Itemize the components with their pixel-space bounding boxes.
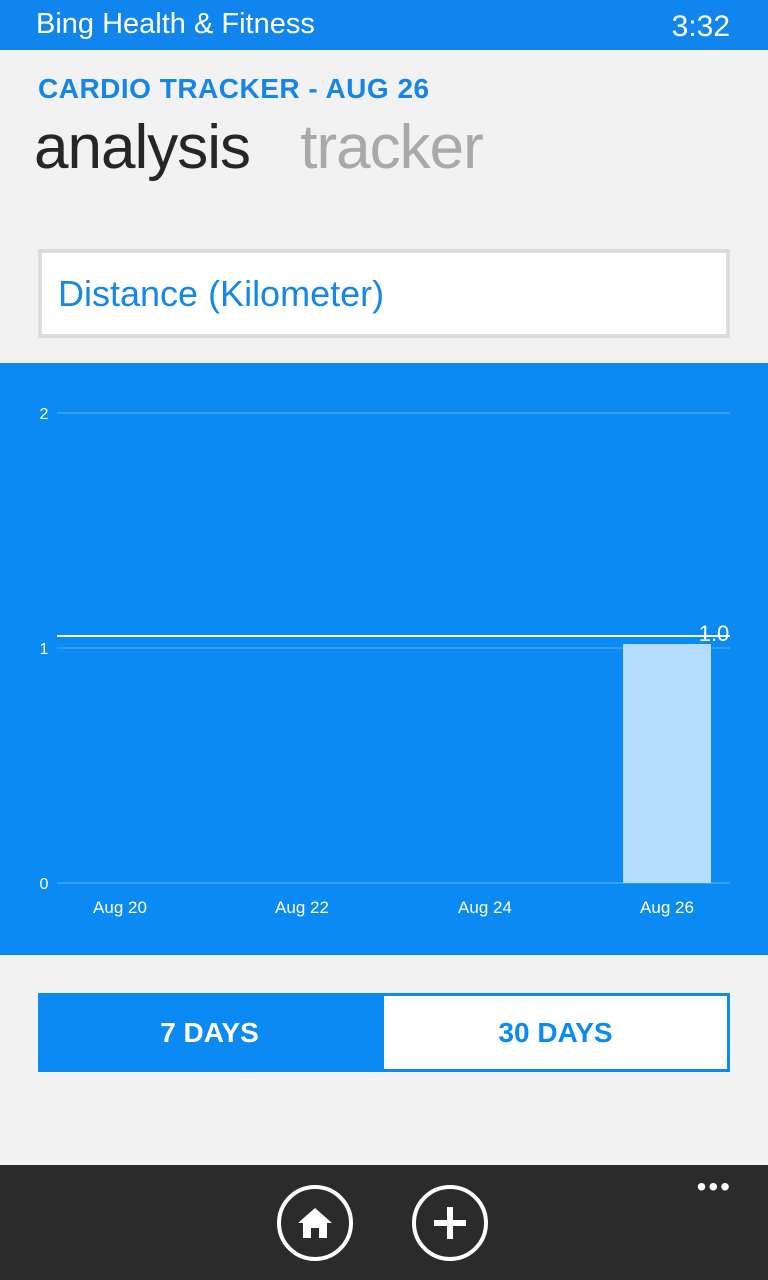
page-title: CARDIO TRACKER - AUG 26 <box>38 73 430 104</box>
range-7-days-button[interactable]: 7 DAYS <box>38 993 381 1072</box>
bar <box>623 644 711 883</box>
clock: 3:32 <box>671 10 730 43</box>
y-tick-label: 0 <box>40 876 49 893</box>
range-30-days-button[interactable]: 30 DAYS <box>381 993 730 1072</box>
pivot-analysis[interactable]: analysis <box>34 113 251 182</box>
x-tick-label: Aug 24 <box>458 898 512 917</box>
home-icon <box>298 1208 332 1238</box>
home-button[interactable] <box>277 1185 353 1261</box>
range-toggle: 7 DAYS 30 DAYS <box>38 993 730 1072</box>
metric-selector-value: Distance (Kilometer) <box>58 273 385 314</box>
add-button[interactable] <box>412 1185 488 1261</box>
chart-panel: 0 1 2 Aug 20 Aug 22 Aug 24 Aug 26 1.0 <box>0 363 768 955</box>
app-title: Bing Health & Fitness <box>36 8 315 40</box>
add-icon <box>434 1207 466 1239</box>
x-tick-label: Aug 20 <box>93 898 147 917</box>
status-bar: Bing Health & Fitness 3:32 <box>0 0 768 50</box>
pivot-headers: analysis tracker <box>34 112 517 183</box>
app-bar: ••• <box>0 1165 768 1280</box>
x-tick-label: Aug 22 <box>275 898 329 917</box>
y-tick-label: 1 <box>40 641 49 658</box>
bar-value-label: 1.0 <box>699 621 730 646</box>
y-tick-label: 2 <box>40 406 49 423</box>
pivot-tracker[interactable]: tracker <box>300 113 483 182</box>
distance-chart: 0 1 2 Aug 20 Aug 22 Aug 24 Aug 26 1.0 <box>40 406 730 917</box>
metric-selector[interactable]: Distance (Kilometer) <box>38 249 730 338</box>
more-options-icon[interactable]: ••• <box>697 1173 732 1201</box>
x-tick-label: Aug 26 <box>640 898 694 917</box>
